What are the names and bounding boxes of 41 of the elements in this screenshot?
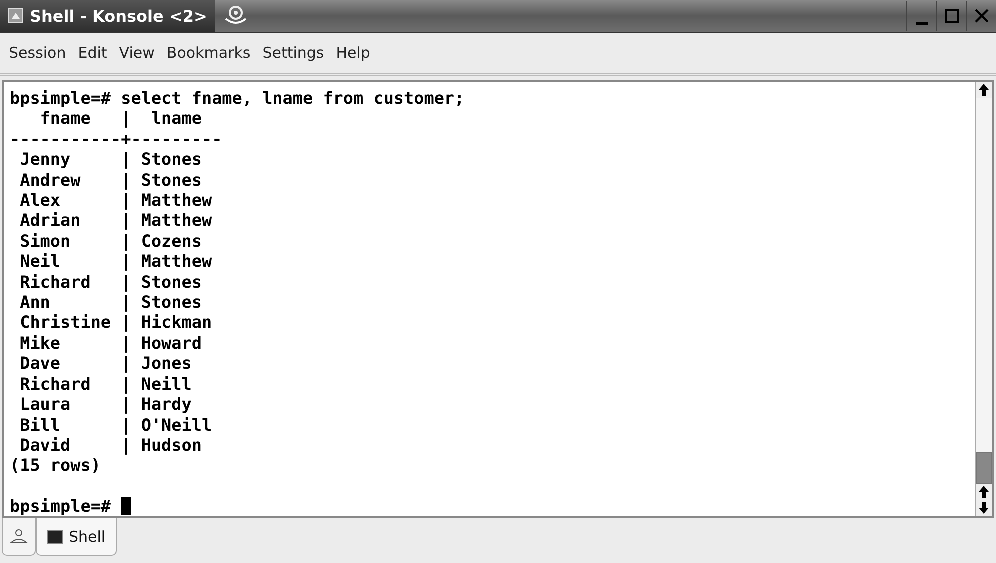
- terminal-line: bpsimple=# select fname, lname from customer;: [10, 88, 465, 108]
- terminal-line: (15 rows): [10, 455, 101, 476]
- scroll-down-button[interactable]: [976, 500, 992, 516]
- shell-prompt: bpsimple=#: [10, 496, 112, 517]
- menu-item[interactable]: Help: [335, 42, 372, 64]
- terminal-line: Neil | Matthew: [19, 251, 212, 272]
- scroll-thumb[interactable]: [976, 452, 992, 484]
- terminal-line: Laura | Hardy: [19, 394, 192, 414]
- terminal-line: Richard | Stones: [19, 272, 202, 292]
- window-title: Shell - Konsole <2>: [30, 6, 208, 26]
- terminal-line: fname | lname: [39, 108, 202, 129]
- menu-item[interactable]: Edit: [77, 42, 108, 64]
- terminal-line: Simon | Cozens: [19, 230, 202, 252]
- menu-item[interactable]: Session: [8, 42, 68, 64]
- menu-item[interactable]: Settings: [262, 42, 326, 64]
- close-icon: [974, 9, 988, 23]
- terminal-line: -----------+---------: [10, 128, 222, 150]
- terminal-line: Jenny | Stones: [19, 149, 202, 170]
- scroll-up-button[interactable]: [976, 484, 992, 500]
- terminal-line: Alex | Matthew: [19, 190, 212, 210]
- terminal-line: Christine | Hickman: [19, 312, 212, 333]
- terminal-line: Andrew | Stones: [19, 170, 202, 190]
- terminal-line: Adrian | Matthew: [19, 210, 212, 231]
- terminal-line: Richard | Neill: [19, 374, 192, 394]
- person-icon: [9, 528, 29, 546]
- terminal-line: Dave | Jones: [19, 353, 192, 374]
- text-cursor: [121, 497, 132, 516]
- terminal-line: Mike | Howard: [19, 332, 202, 354]
- app-icon: [8, 8, 24, 24]
- new-session-button[interactable]: [2, 518, 36, 556]
- terminal-line: Ann | Stones: [19, 292, 202, 312]
- session-tab[interactable]: Shell: [36, 518, 117, 556]
- menu-item[interactable]: View: [118, 42, 156, 64]
- terminal-line: Bill | O'Neill: [19, 414, 212, 435]
- minimize-icon: [916, 22, 928, 24]
- menu-item[interactable]: Bookmarks: [166, 42, 252, 64]
- terminal-line: David | Hudson: [19, 434, 202, 456]
- maximize-icon: [944, 9, 958, 23]
- scrollbar[interactable]: [975, 82, 992, 516]
- scroll-up-button[interactable]: [976, 82, 992, 98]
- terminal-icon: [47, 530, 63, 544]
